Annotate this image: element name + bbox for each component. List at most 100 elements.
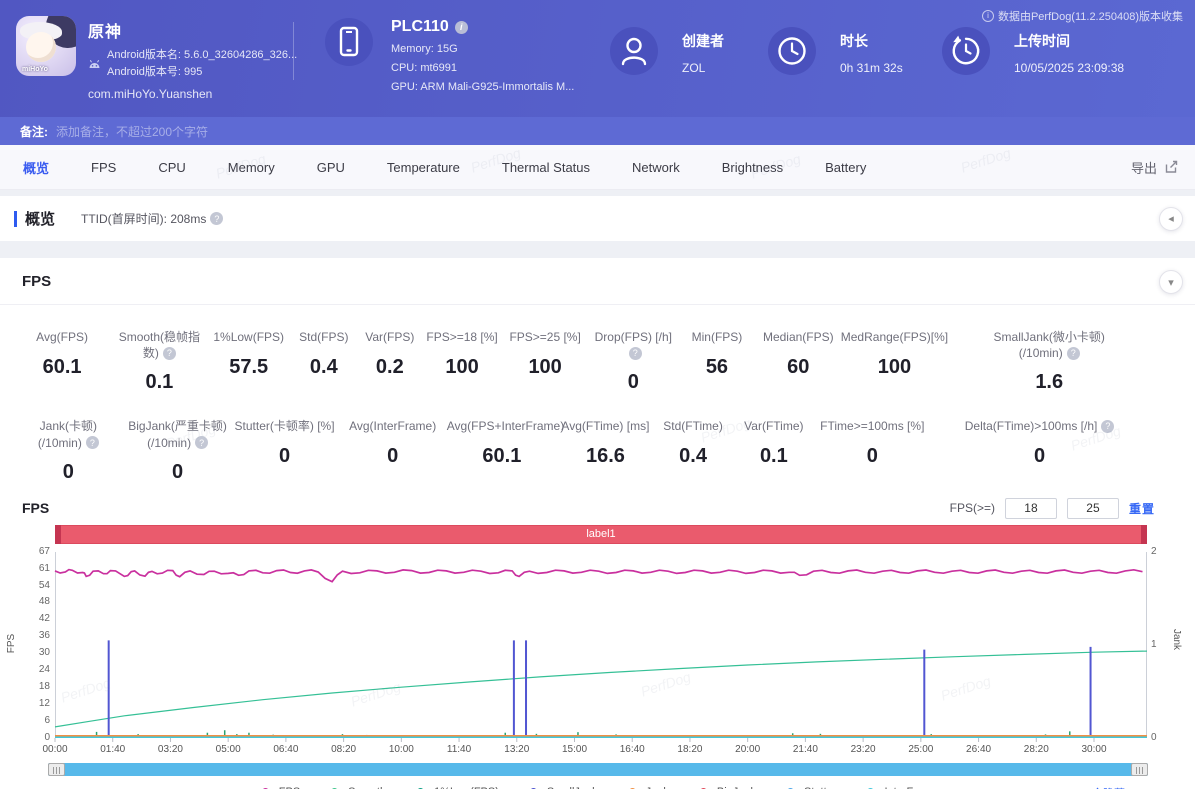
stat-cell: Smooth(稳帧指数)? 0.1 bbox=[112, 329, 206, 394]
stat-cell: Jank(卡顿) (/10min)?0 bbox=[12, 418, 125, 483]
help-icon[interactable]: ? bbox=[1101, 420, 1114, 433]
stat-value: 0.4 bbox=[654, 445, 733, 468]
creator-title: 创建者 bbox=[682, 27, 724, 51]
stat-cell: Stutter(卡顿率) [%]0 bbox=[230, 418, 338, 483]
stat-cell: Var(FPS)0.2 bbox=[357, 329, 423, 394]
ttid-value: TTID(首屏时间): 208ms bbox=[81, 210, 206, 227]
x-axis-tick: 16:40 bbox=[612, 744, 652, 755]
fps-threshold-input-1[interactable] bbox=[1005, 498, 1057, 519]
stat-cell: Avg(FPS)60.1 bbox=[12, 329, 112, 394]
stat-cell: Avg(InterFrame)0 bbox=[339, 418, 447, 483]
stat-value: 60 bbox=[756, 356, 840, 379]
tab-Thermal Status[interactable]: Thermal Status bbox=[481, 160, 611, 175]
stat-label: MedRange(FPS)[%] bbox=[841, 330, 948, 344]
collapse-overview-button[interactable]: ◂ bbox=[1159, 207, 1183, 231]
stat-value: 57.5 bbox=[207, 356, 291, 379]
y-axis-tick: 12 bbox=[18, 698, 50, 710]
stat-value: 100 bbox=[840, 356, 948, 379]
app-version-code: Android版本号: 995 bbox=[107, 64, 297, 81]
x-axis-tick: 30:00 bbox=[1074, 744, 1114, 755]
stat-label: FPS>=25 [%] bbox=[509, 330, 580, 344]
stat-cell: MedRange(FPS)[%] 100 bbox=[840, 329, 948, 394]
x-axis-tick: 03:20 bbox=[150, 744, 190, 755]
fps-chart-header: FPS FPS(>=) 重置 bbox=[0, 484, 1195, 525]
fps-section: FPS ▾ Avg(FPS)60.1Smooth(稳帧指数)?0.11%Low(… bbox=[0, 258, 1195, 789]
y-axis-tick: 61 bbox=[18, 563, 50, 575]
chart-scrollbar[interactable] bbox=[48, 763, 1148, 776]
fps-chart-plot[interactable] bbox=[55, 552, 1147, 738]
fps-threshold-input-2[interactable] bbox=[1067, 498, 1119, 519]
fps-section-title: FPS bbox=[22, 273, 51, 290]
device-info-icon[interactable]: i bbox=[455, 21, 468, 34]
export-button[interactable]: 导出 bbox=[1131, 158, 1179, 177]
stat-label: Smooth(稳帧指数) bbox=[119, 330, 200, 360]
x-axis-tick: 18:20 bbox=[670, 744, 710, 755]
stat-value: 0.1 bbox=[112, 371, 206, 394]
y-axis-tick: 67 bbox=[18, 546, 50, 558]
stat-label: BigJank(严重卡顿) (/10min) bbox=[128, 419, 227, 449]
help-icon[interactable]: ? bbox=[1067, 347, 1080, 360]
tab-Brightness[interactable]: Brightness bbox=[701, 160, 804, 175]
collapse-fps-button[interactable]: ▾ bbox=[1159, 270, 1183, 294]
help-icon[interactable]: ? bbox=[163, 347, 176, 360]
app-block: miHoYo 原神 Android版本名: 5.6.0_32604286_326… bbox=[16, 16, 297, 101]
info-icon: i bbox=[982, 10, 994, 22]
x-axis-tick: 23:20 bbox=[843, 744, 883, 755]
y-axis-tick: 0 bbox=[18, 732, 50, 744]
tab-Memory[interactable]: Memory bbox=[207, 160, 296, 175]
x-axis-tick: 10:00 bbox=[381, 744, 421, 755]
x-axis-tick: 15:00 bbox=[555, 744, 595, 755]
tab-bar: 概览FPSCPUMemoryGPUTemperatureThermal Stat… bbox=[0, 145, 1195, 190]
stat-value: 0 bbox=[125, 461, 231, 484]
stat-label: SmallJank(微小卡顿) (/10min) bbox=[994, 330, 1105, 360]
help-icon[interactable]: ? bbox=[195, 436, 208, 449]
stat-value: 0 bbox=[12, 461, 125, 484]
report-body: 概览 TTID(首屏时间): 208ms ? ◂ FPS ▾ Avg(FPS)6… bbox=[0, 190, 1195, 789]
stat-cell: SmallJank(微小卡顿) (/10min)?1.6 bbox=[949, 329, 1150, 394]
y-axis-tick: 18 bbox=[18, 681, 50, 693]
hide-all-link[interactable]: 全隐藏 bbox=[1092, 785, 1125, 789]
x-axis-tick: 11:40 bbox=[439, 744, 479, 755]
tab-Battery[interactable]: Battery bbox=[804, 160, 887, 175]
x-axis-tick: 20:00 bbox=[728, 744, 768, 755]
scrollbar-handle-right[interactable] bbox=[1131, 763, 1148, 776]
overview-title: 概览 bbox=[25, 208, 55, 229]
y-axis-title-fps: FPS bbox=[6, 634, 17, 653]
tab-GPU[interactable]: GPU bbox=[296, 160, 366, 175]
fps-chart-area[interactable]: FPS Jank 061218243036424854616701200:000… bbox=[0, 546, 1195, 760]
stat-cell: BigJank(严重卡顿) (/10min)? 0 bbox=[125, 418, 231, 483]
tab-Network[interactable]: Network bbox=[611, 160, 701, 175]
stat-cell: 1%Low(FPS) 57.5 bbox=[207, 329, 291, 394]
tab-CPU[interactable]: CPU bbox=[137, 160, 206, 175]
stat-cell: Var(FTime)0.1 bbox=[732, 418, 815, 483]
stat-cell: Delta(FTime)>100ms [/h]?0 bbox=[929, 418, 1150, 483]
help-icon[interactable]: ? bbox=[210, 212, 223, 225]
header-divider bbox=[293, 22, 294, 80]
report-header: i 数据由PerfDog(11.2.250408)版本收集 miHoYo 原神 bbox=[0, 0, 1195, 117]
x-axis-tick: 21:40 bbox=[785, 744, 825, 755]
notes-placeholder: 添加备注，不超过200个字符 bbox=[56, 123, 208, 140]
x-axis-tick: 05:00 bbox=[208, 744, 248, 755]
reset-link[interactable]: 重置 bbox=[1129, 500, 1155, 517]
stat-label: 1%Low(FPS) bbox=[213, 330, 284, 344]
tab-Temperature[interactable]: Temperature bbox=[366, 160, 481, 175]
notes-label: 备注: bbox=[20, 123, 48, 140]
fps-threshold-label: FPS(>=) bbox=[950, 501, 995, 515]
region-label-banner[interactable]: label1 bbox=[55, 525, 1147, 544]
upload-time-title: 上传时间 bbox=[1014, 27, 1124, 51]
help-icon[interactable]: ? bbox=[86, 436, 99, 449]
help-icon[interactable]: ? bbox=[629, 347, 642, 360]
y-axis-tick: 1 bbox=[1151, 639, 1171, 651]
duration-title: 时长 bbox=[840, 27, 903, 51]
stat-label: Avg(FPS+InterFrame) bbox=[447, 419, 564, 433]
tab-FPS[interactable]: FPS bbox=[70, 160, 137, 175]
tab-概览[interactable]: 概览 bbox=[2, 158, 70, 177]
stats-row-1: Avg(FPS)60.1Smooth(稳帧指数)? 0.1 1%Low(FPS) 57… bbox=[0, 329, 1195, 394]
notes-bar[interactable]: 备注: 添加备注，不超过200个字符 bbox=[0, 117, 1195, 145]
stats-row-2: Jank(卡顿) (/10min)?0BigJank(严重卡顿) (/10min… bbox=[0, 418, 1195, 483]
upload-time-block: 上传时间 10/05/2025 23:09:38 bbox=[942, 27, 1124, 75]
clock-icon bbox=[768, 27, 816, 75]
scrollbar-handle-left[interactable] bbox=[48, 763, 65, 776]
user-icon bbox=[610, 27, 658, 75]
app-name: 原神 bbox=[88, 18, 297, 42]
